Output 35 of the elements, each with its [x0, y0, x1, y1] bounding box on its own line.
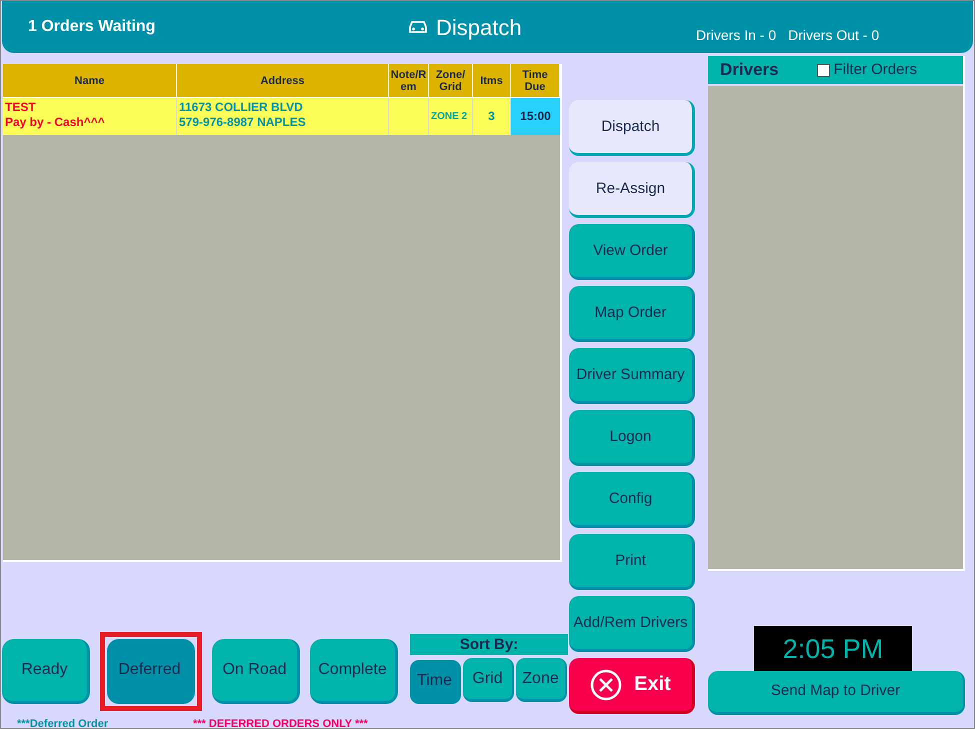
action-button[interactable]: Logon	[569, 410, 695, 466]
action-button[interactable]: Print	[569, 534, 695, 590]
status-tab[interactable]: Deferred	[107, 639, 195, 704]
action-button[interactable]: Driver Summary	[569, 348, 695, 404]
close-circle-icon	[590, 668, 622, 700]
table-cell: 15:00	[511, 98, 560, 135]
filter-checkbox[interactable]	[816, 64, 830, 76]
table-cell: TEST Pay by - Cash^^^	[3, 98, 177, 135]
action-button[interactable]: Dispatch	[569, 100, 695, 156]
action-button[interactable]: Add/Rem Drivers	[569, 596, 695, 652]
orders-waiting: 1 Orders Waiting	[28, 17, 156, 37]
action-button[interactable]: Map Order	[569, 286, 695, 342]
drivers-title: Drivers	[720, 59, 779, 82]
action-button[interactable]: Config	[569, 472, 695, 528]
action-button[interactable]: View Order	[569, 224, 695, 280]
filter-label: Filter Orders	[834, 60, 917, 80]
table-cell: 11673 COLLIER BLVD 579-976-8987 NAPLES	[177, 98, 389, 135]
sort-option[interactable]: Time	[410, 660, 461, 704]
table-cell: ZONE 2	[429, 98, 473, 135]
drivers-in-count: Drivers In - 0	[696, 26, 776, 44]
action-button[interactable]: Re-Assign	[569, 162, 695, 218]
status-tab[interactable]: Complete	[310, 639, 398, 704]
drivers-out-count: Drivers Out - 0	[788, 26, 880, 44]
clock-display: 2:05 PM	[754, 626, 912, 672]
status-tab[interactable]: On Road	[212, 639, 300, 704]
exit-button[interactable]: Exit	[569, 658, 695, 714]
status-tab[interactable]: Ready	[2, 639, 90, 704]
filter-notice: *** DEFERRED ORDERS ONLY ***	[193, 717, 368, 728]
sort-by-label: Sort By:	[410, 634, 568, 655]
sort-option[interactable]: Grid	[463, 658, 514, 702]
send-map-button[interactable]: Send Map to Driver	[708, 671, 965, 715]
window-title: Dispatch	[436, 14, 522, 42]
car-icon	[408, 20, 428, 34]
sort-option[interactable]: Zone	[516, 658, 567, 702]
legend-text: ***Deferred Order	[17, 717, 110, 728]
